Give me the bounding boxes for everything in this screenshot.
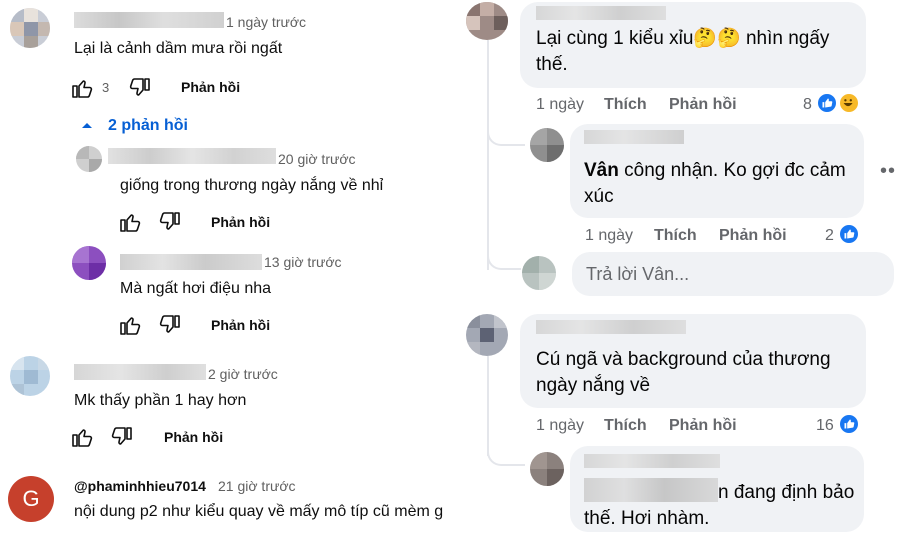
replies-toggle[interactable]: 2 phản hồi [108, 117, 188, 135]
username-blurred[interactable] [120, 254, 262, 270]
comment-text: Lại là cảnh dầm mưa rồi ngất [74, 40, 283, 57]
like-reaction-icon[interactable] [838, 413, 860, 435]
comment-text: giống trong thương ngày nắng về nhỉ [120, 177, 384, 194]
like-icon[interactable] [118, 313, 142, 337]
comment-body: công nhận. Ko gợi đc cảm xúc [584, 160, 846, 207]
avatar[interactable] [76, 146, 102, 172]
reply-button[interactable]: Phản hồi [211, 214, 270, 230]
comment-text: Mà ngất hơi điệu nha [120, 280, 272, 297]
comment-time[interactable]: 20 giờ trước [278, 151, 356, 167]
reply-button[interactable]: Phản hồi [719, 227, 787, 245]
thread-line [487, 40, 489, 270]
avatar[interactable]: G [8, 476, 54, 522]
dislike-icon[interactable] [158, 313, 182, 337]
username-blurred[interactable] [584, 454, 720, 468]
thread-connector [487, 440, 525, 466]
avatar[interactable] [466, 2, 508, 40]
like-reaction-icon[interactable] [838, 223, 860, 245]
reply-button[interactable]: Phản hồi [164, 429, 223, 445]
reaction-count[interactable]: 8 [803, 96, 812, 114]
reply-button[interactable]: Phản hồi [181, 79, 240, 95]
like-button[interactable]: Thích [654, 227, 697, 245]
comment-age[interactable]: 1 ngày [536, 417, 584, 435]
avatar-letter: G [22, 486, 40, 511]
like-button[interactable]: Thích [604, 96, 647, 114]
like-reaction-icon[interactable] [816, 92, 838, 114]
like-icon[interactable] [70, 76, 94, 100]
comment-age[interactable]: 1 ngày [585, 227, 633, 245]
comment-time[interactable]: 2 giờ trước [208, 366, 278, 382]
comment-text: Lại cùng 1 kiểu xỉu🤔🤔 nhìn ngấy thế. [536, 28, 830, 75]
dislike-icon[interactable] [110, 425, 134, 449]
username-blurred[interactable] [536, 320, 686, 334]
haha-reaction-icon[interactable] [838, 92, 860, 114]
reply-button[interactable]: Phản hồi [211, 317, 270, 333]
comment-author[interactable]: @phaminhhieu7014 [74, 478, 206, 494]
username-blurred[interactable] [74, 364, 206, 380]
avatar[interactable] [530, 128, 564, 162]
comment-time[interactable]: 13 giờ trước [264, 254, 342, 270]
comment-age[interactable]: 1 ngày [536, 96, 584, 114]
comment-text: n đang định bảo thế. Hơi nhàm. [584, 482, 855, 529]
thread-connector [487, 244, 521, 270]
avatar[interactable] [10, 8, 50, 48]
reply-input-placeholder: Trả lời Vân... [586, 264, 690, 284]
avatar[interactable] [522, 256, 556, 290]
comment-time[interactable]: 21 giờ trước [218, 478, 296, 494]
avatar[interactable] [72, 246, 106, 280]
like-icon[interactable] [118, 210, 142, 234]
username-blurred[interactable] [536, 6, 666, 20]
comment-text: nội dung p2 như kiểu quay về mấy mô típ … [74, 503, 444, 520]
avatar[interactable] [466, 314, 508, 356]
ellipsis-icon[interactable]: •• [880, 160, 896, 183]
username-blurred[interactable] [108, 148, 276, 164]
reaction-count[interactable]: 2 [825, 227, 834, 245]
username-blurred[interactable] [74, 12, 224, 28]
like-count: 3 [102, 80, 110, 95]
caret-up-icon[interactable] [80, 120, 94, 130]
comment-text: Vân công nhận. Ko gợi đc cảm xúc [584, 158, 856, 210]
reaction-count[interactable]: 16 [816, 417, 834, 435]
dislike-icon[interactable] [128, 76, 152, 100]
comment-time[interactable]: 1 ngày trước [226, 14, 306, 30]
avatar[interactable] [530, 452, 564, 486]
reply-button[interactable]: Phản hồi [669, 417, 737, 435]
username-blurred[interactable] [584, 130, 684, 144]
dislike-icon[interactable] [158, 210, 182, 234]
reply-button[interactable]: Phản hồi [669, 96, 737, 114]
comment-text: Cú ngã và background của thương ngày nắn… [536, 349, 831, 396]
thread-connector [487, 120, 525, 146]
avatar[interactable] [10, 356, 50, 396]
comment-text: Mk thấy phần 1 hay hơn [74, 392, 247, 409]
like-icon[interactable] [70, 425, 94, 449]
mentioned-author[interactable]: Vân [584, 160, 619, 181]
like-button[interactable]: Thích [604, 417, 647, 435]
